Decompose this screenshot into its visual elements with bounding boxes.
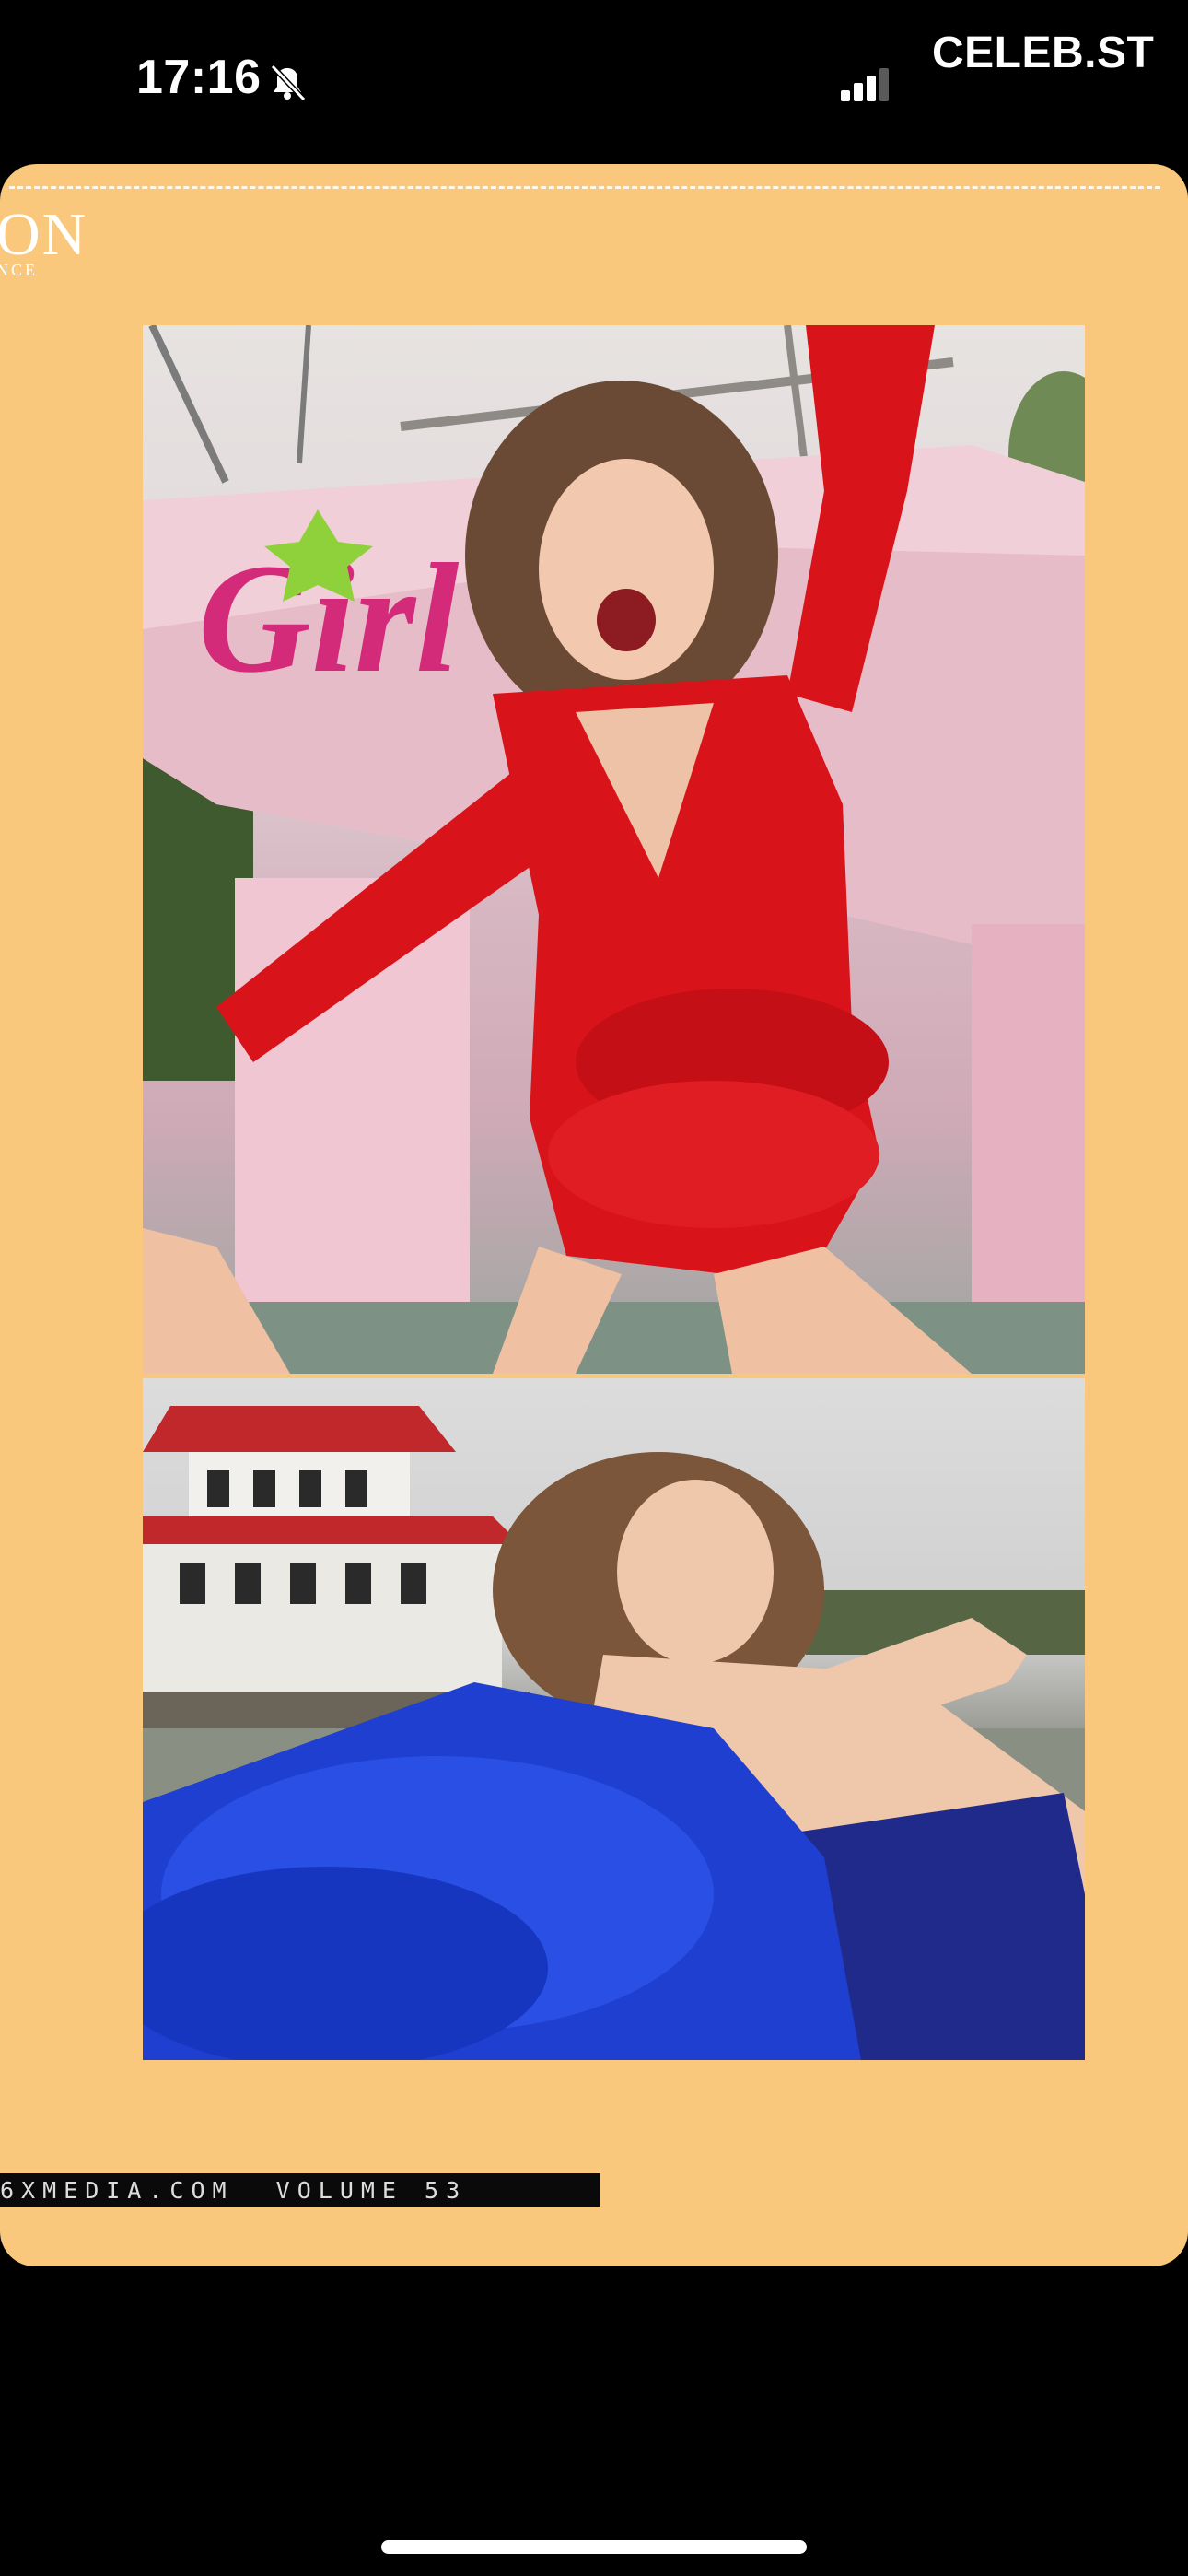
footer-credit-strip: 6XMEDIA.COM VOLUME 53 — [0, 2173, 600, 2207]
status-time: 17:16 — [136, 51, 262, 104]
photo-red-dress-image: Girl — [143, 325, 1085, 1374]
story-progress-bar — [9, 186, 1160, 189]
home-indicator[interactable] — [381, 2540, 807, 2554]
story-card[interactable]: ON NCE Girl 6XMEDIA.COM VOLUME 53 — [0, 164, 1188, 2266]
watermark-logo: CELEB.ST — [932, 29, 1155, 77]
photo-blue-dress-image — [143, 1406, 1085, 2060]
masthead-fragment: ON NCE — [0, 201, 88, 279]
bell-slash-icon — [270, 64, 307, 102]
status-bar: 17:16 CELEB.ST — [0, 0, 1188, 161]
cellular-signal-icon — [841, 68, 889, 101]
photo-red-dress: Girl — [143, 325, 1085, 1374]
photo-blue-dress — [143, 1378, 1085, 2060]
masthead-big: ON — [0, 201, 88, 268]
